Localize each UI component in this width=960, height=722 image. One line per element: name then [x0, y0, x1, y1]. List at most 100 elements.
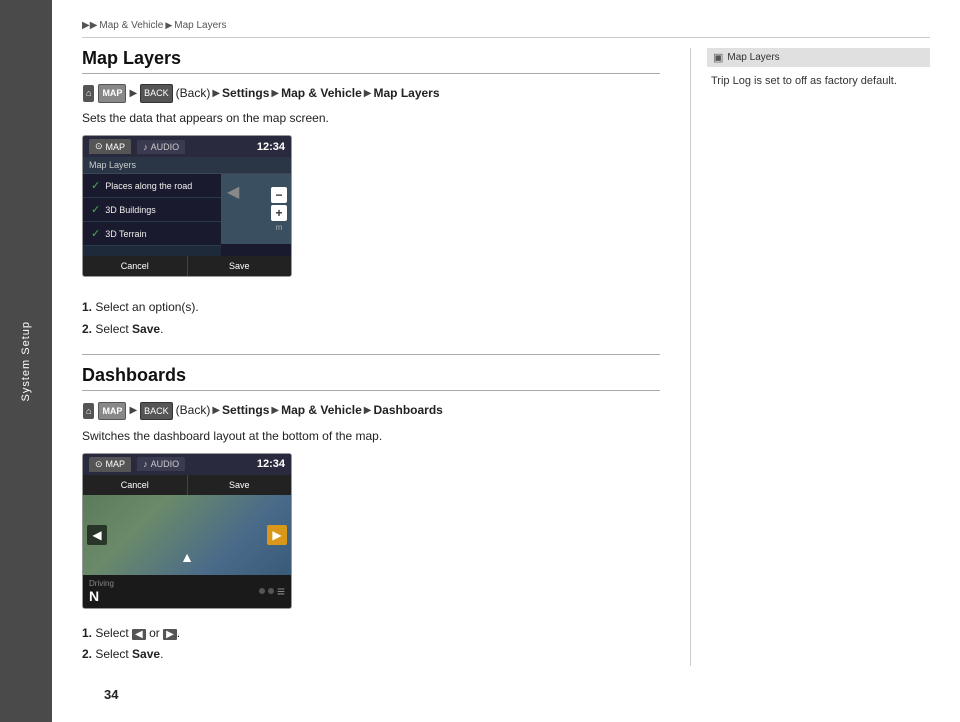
nav-settings2: Settings: [222, 401, 269, 420]
dash-step-1: 1. Select ◀ or ▶.: [82, 623, 660, 645]
dashboards-nav-path: ⌂ MAP ▶ BACK (Back) ▶ Settings ▶ Map & V…: [82, 401, 660, 420]
info-box-title-text: Map Layers: [727, 52, 779, 63]
nav-arrow2: ▶: [212, 86, 220, 102]
sidebar: System Setup: [0, 0, 52, 722]
breadcrumb-map-layers: Map Layers: [174, 20, 226, 31]
audio-tab: ♪ AUDIO: [137, 140, 185, 154]
info-box-text: Trip Log is set to off as factory defaul…: [707, 73, 930, 91]
map-zoom-controls: − + m: [271, 187, 287, 232]
dashboard-screen-mockup: ⊙ MAP ♪ AUDIO 12:34 Cancel Save: [82, 453, 292, 609]
map-icon-2: MAP: [98, 402, 126, 420]
map-layers-nav-path: ⌂ MAP ▶ BACK (Back) ▶ Settings ▶ Map & V…: [82, 84, 660, 103]
save-btn[interactable]: Save: [188, 256, 292, 276]
step-1: 1. Select an option(s).: [82, 297, 660, 319]
zoom-out-btn[interactable]: +: [271, 205, 287, 221]
dashboards-section: Dashboards ⌂ MAP ▶ BACK (Back) ▶ Setting…: [82, 354, 660, 665]
dash-bottom-bar: Driving N ≡: [83, 575, 291, 608]
dash-top-buttons: Cancel Save: [83, 475, 291, 495]
left-column: Map Layers ⌂ MAP ▶ BACK (Back) ▶ Setting…: [82, 48, 690, 666]
info-box-title: ▣ Map Layers: [707, 48, 930, 67]
dashboards-steps: 1. Select ◀ or ▶. 2. Select Save.: [82, 619, 660, 666]
dash-save-word: Save: [132, 647, 160, 661]
back-label: (Back): [176, 84, 211, 103]
dashboards-title: Dashboards: [82, 365, 660, 391]
dash-step-2-num: 2.: [82, 647, 92, 661]
map-layers-screen-mockup: ⊙ MAP ♪ AUDIO 12:34 Map Layers: [82, 135, 292, 277]
layer-label-1: Places along the road: [105, 181, 192, 191]
nav-arrow1: ▶: [129, 86, 137, 102]
next-icon[interactable]: ▶: [163, 629, 177, 640]
map-layers-description: Sets the data that appears on the map sc…: [82, 111, 660, 125]
right-column: ▣ Map Layers Trip Log is set to off as f…: [690, 48, 930, 666]
dash-map-area: ◀ ▶ ▲: [83, 495, 291, 575]
nav-settings1: Settings: [222, 84, 269, 103]
back-label-2: (Back): [176, 401, 211, 420]
home-icon-2: ⌂: [83, 403, 94, 419]
audio-note-icon: ♪: [143, 142, 148, 152]
nav-arrow6: ▶: [212, 403, 220, 419]
dash-left-arrow[interactable]: ◀: [87, 525, 107, 545]
map-layers-title: Map Layers: [82, 48, 660, 74]
home-icon: ⌂: [83, 85, 94, 101]
layer-item-3[interactable]: ✓ 3D Terrain: [83, 222, 221, 246]
map-tab-label: MAP: [106, 142, 126, 152]
dash-save-btn[interactable]: Save: [188, 475, 292, 495]
nav-arrow4: ▶: [364, 86, 372, 102]
dash-dot-1: [259, 588, 265, 594]
check-icon-2: ✓: [91, 203, 100, 216]
breadcrumb-map-vehicle: Map & Vehicle: [99, 20, 163, 31]
left-arrow-icon[interactable]: ◀: [227, 182, 239, 202]
screen-header: ⊙ MAP ♪ AUDIO 12:34: [83, 136, 291, 157]
dash-step-2: 2. Select Save.: [82, 644, 660, 666]
dashboards-content: ⊙ MAP ♪ AUDIO 12:34 Cancel Save: [82, 453, 660, 666]
screen-spacer: [83, 246, 221, 256]
map-tab-icon: ⊙: [95, 141, 103, 152]
audio-tab-label: AUDIO: [151, 142, 180, 152]
layer-item-2[interactable]: ✓ 3D Buildings: [83, 198, 221, 222]
screen-time: 12:34: [257, 141, 285, 153]
dash-screen-header: ⊙ MAP ♪ AUDIO 12:34: [83, 454, 291, 475]
dash-menu-icon[interactable]: ≡: [277, 583, 285, 599]
map-layers-section: Map Layers ⌂ MAP ▶ BACK (Back) ▶ Setting…: [82, 48, 660, 340]
prev-icon[interactable]: ◀: [132, 629, 146, 640]
layer-item-1[interactable]: ✓ Places along the road: [83, 174, 221, 198]
dash-direction-info: Driving N: [89, 579, 114, 604]
step-2-num: 2.: [82, 322, 92, 336]
layers-list: ✓ Places along the road ✓ 3D Buildings ✓…: [83, 174, 221, 256]
section-divider: [82, 354, 660, 355]
map-icon: MAP: [98, 84, 126, 102]
layer-label-2: 3D Buildings: [105, 205, 156, 215]
step-2: 2. Select Save.: [82, 319, 660, 341]
zoom-in-btn[interactable]: −: [271, 187, 287, 203]
nav-arrow8: ▶: [364, 403, 372, 419]
nav-map-layers: Map Layers: [373, 84, 439, 103]
dash-cancel-btn[interactable]: Cancel: [83, 475, 188, 495]
map-layers-content: ⊙ MAP ♪ AUDIO 12:34 Map Layers: [82, 135, 660, 340]
two-column-layout: Map Layers ⌂ MAP ▶ BACK (Back) ▶ Setting…: [82, 48, 930, 666]
dash-driving-label: Driving: [89, 579, 114, 588]
cancel-btn[interactable]: Cancel: [83, 256, 188, 276]
dash-map-tab: ⊙ MAP: [89, 457, 131, 472]
nav-map-vehicle2: Map & Vehicle: [281, 401, 362, 420]
nav-arrow3: ▶: [271, 86, 279, 102]
nav-dashboards: Dashboards: [373, 401, 442, 420]
dash-audio-label: AUDIO: [151, 459, 180, 469]
save-word: Save: [132, 322, 160, 336]
breadcrumb-arrows: ▶▶: [82, 20, 97, 31]
dash-vehicle-icon: ▲: [180, 549, 194, 565]
map-layers-steps: 1. Select an option(s). 2. Select Save.: [82, 293, 660, 340]
step-1-num: 1.: [82, 300, 92, 314]
dash-right-arrow[interactable]: ▶: [267, 525, 287, 545]
layer-label-3: 3D Terrain: [105, 229, 146, 239]
main-content: ▶▶ Map & Vehicle ▶ Map Layers Map Layers…: [52, 0, 960, 722]
dash-n-value: N: [89, 588, 99, 604]
dash-audio-tab: ♪ AUDIO: [137, 457, 185, 471]
nav-arrow7: ▶: [271, 403, 279, 419]
map-scale: m: [271, 223, 287, 232]
back-icon: BACK: [140, 84, 173, 102]
nav-arrow5: ▶: [129, 403, 137, 419]
page-number: 34: [104, 687, 118, 702]
dash-screen-time: 12:34: [257, 458, 285, 470]
screen-bottom-buttons: Cancel Save: [83, 256, 291, 276]
map-tab: ⊙ MAP: [89, 139, 131, 154]
